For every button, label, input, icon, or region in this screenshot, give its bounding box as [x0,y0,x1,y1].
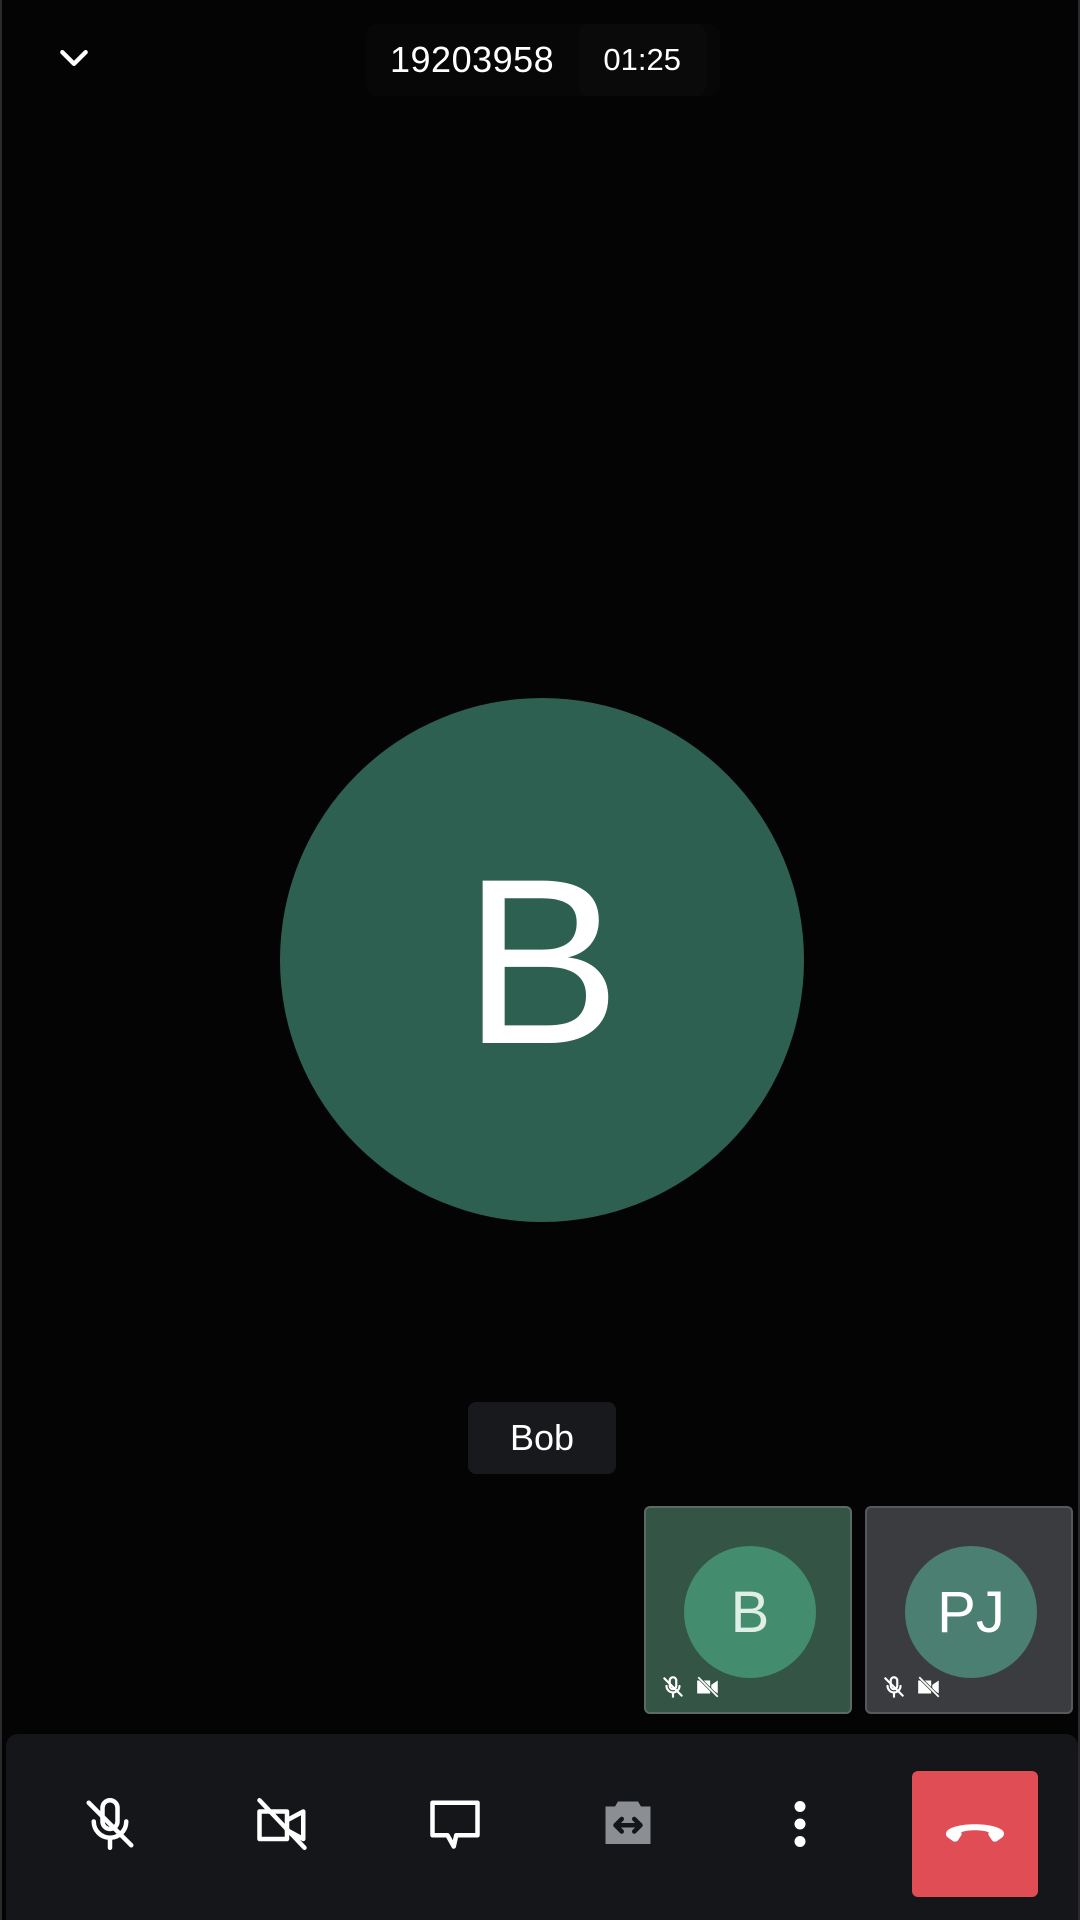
switch-camera-icon [598,1794,658,1859]
minimize-button[interactable] [38,28,110,92]
hangup-button[interactable] [912,1771,1038,1897]
call-header: 19203958 01:25 [366,24,720,96]
call-toolbar [6,1734,1078,1920]
mic-off-icon [881,1674,907,1700]
participant-status [881,1674,943,1700]
chat-icon [425,1794,485,1859]
mic-off-icon [80,1794,140,1859]
toggle-mic-button[interactable] [70,1786,150,1866]
switch-camera-button[interactable] [588,1786,668,1866]
chevron-down-icon [54,38,94,83]
call-timer: 01:25 [578,24,707,96]
speaker-name-label: Bob [468,1402,616,1474]
main-speaker-avatar: B [280,698,804,1222]
hangup-icon [942,1812,1008,1857]
camera-off-icon [251,1794,313,1859]
participant-tile[interactable]: B [644,1506,852,1714]
participant-tile[interactable]: PJ [865,1506,1073,1714]
participant-avatar: PJ [905,1546,1037,1678]
mic-off-icon [660,1674,686,1700]
camera-off-icon [915,1674,943,1700]
room-id: 19203958 [390,39,555,80]
toggle-camera-button[interactable] [242,1786,322,1866]
more-options-button[interactable] [760,1786,840,1866]
chat-button[interactable] [415,1786,495,1866]
participant-status [660,1674,722,1700]
video-call-screen: 19203958 01:25 B Bob B PJ [0,0,1080,1920]
camera-off-icon [694,1674,722,1700]
participant-avatar: B [684,1546,816,1678]
more-vertical-icon [790,1794,810,1859]
main-speaker-initial: B [463,830,621,1094]
